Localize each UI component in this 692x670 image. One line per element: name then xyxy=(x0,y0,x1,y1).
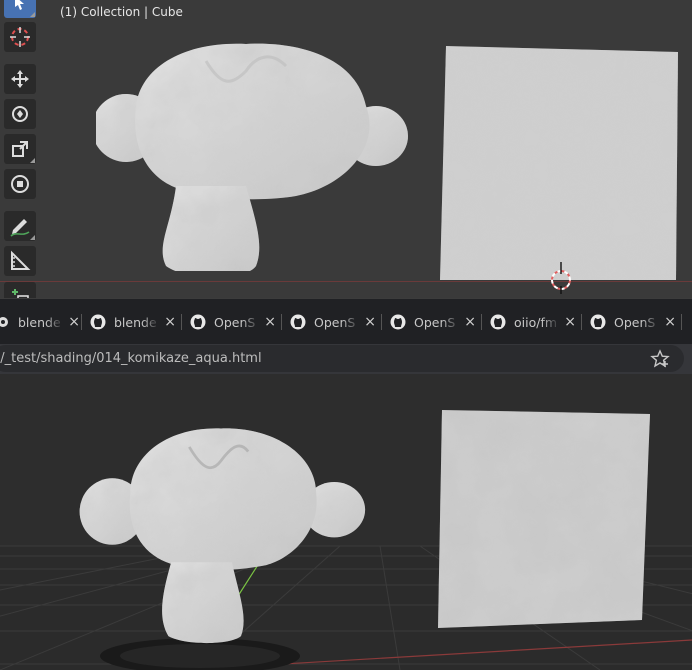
measure-tool-button[interactable] xyxy=(4,246,36,276)
github-icon xyxy=(90,314,106,330)
close-icon[interactable]: × xyxy=(464,314,476,330)
tab-separator xyxy=(381,314,382,330)
tab-title: blende xyxy=(18,314,61,330)
rendered-plane-mesh[interactable] xyxy=(436,408,652,630)
url-text[interactable]: 7/_test/shading/014_komikaze_aqua.html xyxy=(0,351,262,366)
cursor-arrow-icon xyxy=(15,0,24,10)
browser-tab[interactable]: OpenS × xyxy=(184,309,284,335)
tab-separator xyxy=(581,314,582,330)
add-cube-icon xyxy=(12,289,29,298)
rotate-icon xyxy=(12,106,28,122)
rendered-suzanne-mesh[interactable] xyxy=(76,410,366,650)
rotate-tool-button[interactable] xyxy=(4,99,36,129)
close-icon[interactable]: × xyxy=(164,314,176,330)
tab-separator xyxy=(281,314,282,330)
browser-tab[interactable]: OpenS × xyxy=(284,309,384,335)
tab-title: blende xyxy=(114,314,157,330)
add-cube-tool-button[interactable] xyxy=(4,282,36,298)
browser-tab[interactable]: blende × xyxy=(84,309,184,335)
annotate-tool-button[interactable] xyxy=(4,211,36,241)
close-icon[interactable]: × xyxy=(68,314,80,330)
suzanne-mesh[interactable] xyxy=(96,36,416,271)
browser-tab-strip: blende × blende × OpenS × OpenS × OpenS … xyxy=(0,298,692,345)
browser-tab[interactable]: OpenS × xyxy=(384,309,484,335)
select-tool-button[interactable] xyxy=(4,0,36,18)
browser-tab[interactable]: oiio/fm × xyxy=(484,309,584,335)
browser-tab[interactable]: blende × xyxy=(0,309,88,335)
pencil-icon xyxy=(10,219,30,237)
render-canvas[interactable] xyxy=(0,374,692,670)
tool-corner-indicator xyxy=(30,235,35,240)
close-icon[interactable]: × xyxy=(264,314,276,330)
tab-separator xyxy=(481,314,482,330)
scale-tool-button[interactable] xyxy=(4,134,36,164)
tab-title: oiio/fm xyxy=(514,314,558,330)
move-arrows-icon xyxy=(11,70,29,88)
tool-corner-indicator xyxy=(30,158,35,163)
move-tool-button[interactable] xyxy=(4,64,36,94)
ruler-icon xyxy=(11,250,31,270)
close-icon[interactable]: × xyxy=(364,314,376,330)
transform-tool-button[interactable] xyxy=(4,169,36,199)
scale-icon xyxy=(12,141,28,157)
tool-corner-indicator xyxy=(30,12,35,17)
github-icon xyxy=(490,314,506,330)
tab-title: OpenS xyxy=(414,314,456,330)
blender-viewport[interactable]: (1) Collection | Cube xyxy=(0,0,692,298)
tab-title: OpenS xyxy=(214,314,256,330)
cursor-tool-button[interactable] xyxy=(4,22,36,52)
github-icon xyxy=(190,314,206,330)
browser-tab[interactable]: OpenS × xyxy=(584,309,684,335)
close-icon[interactable]: × xyxy=(664,314,676,330)
transform-icon xyxy=(11,175,29,193)
address-bar[interactable]: 7/_test/shading/014_komikaze_aqua.html xyxy=(0,345,684,372)
github-icon xyxy=(290,314,306,330)
tool-shelf xyxy=(0,0,40,298)
viewport-object-label: (1) Collection | Cube xyxy=(60,5,183,19)
tab-separator xyxy=(81,314,82,330)
plane-mesh[interactable] xyxy=(438,44,680,284)
browser-toolbar: 7/_test/shading/014_komikaze_aqua.html xyxy=(0,344,692,374)
bookmark-star-icon[interactable] xyxy=(650,349,670,369)
3d-cursor-marker xyxy=(551,262,571,294)
tab-title: OpenS xyxy=(614,314,656,330)
github-icon xyxy=(390,314,406,330)
3d-cursor-icon xyxy=(10,27,30,47)
tab-title: OpenS xyxy=(314,314,356,330)
close-icon[interactable]: × xyxy=(564,314,576,330)
tab-separator xyxy=(181,314,182,330)
blender-icon xyxy=(0,317,8,327)
github-icon xyxy=(590,314,606,330)
tab-separator xyxy=(681,314,682,330)
